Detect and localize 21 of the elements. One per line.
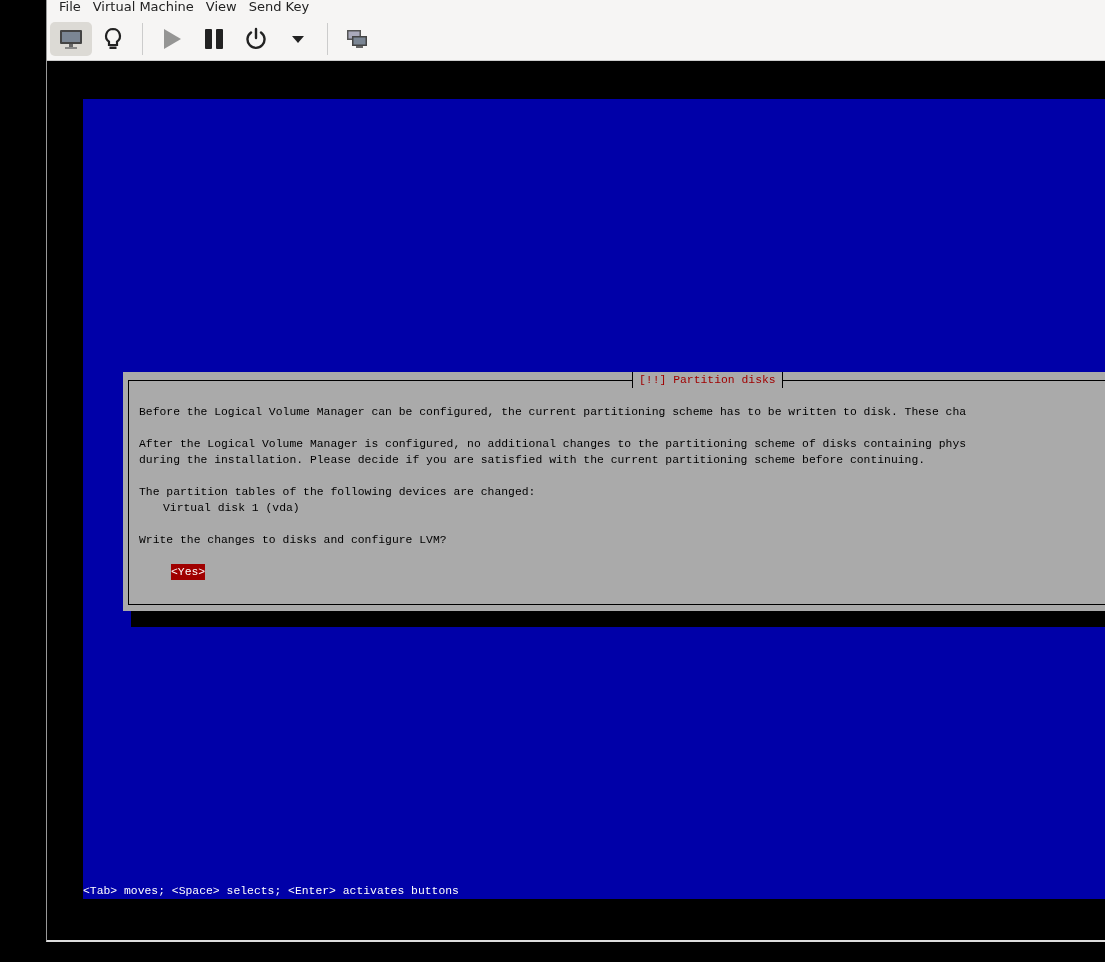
menu-item[interactable]: File	[53, 0, 87, 18]
text-line: After the Logical Volume Manager is configured, no additional changes to the partitioning scheme of disks containing phys	[139, 437, 968, 452]
help-line: <Tab> moves; <Space> selects; <Enter> activates buttons	[83, 884, 459, 899]
text-line: The partition tables of the following devices are changed:	[139, 485, 537, 500]
power-icon	[244, 27, 268, 51]
menu-item[interactable]: Virtual Machine	[86, 0, 200, 18]
text-line: during the installation. Please decide if you are satisfied with the current partitioning scheme before continuing.	[139, 453, 927, 468]
menu-item[interactable]: View	[199, 0, 243, 18]
menu-item[interactable]: Send Key	[242, 0, 316, 18]
screens-icon	[346, 28, 368, 50]
device-item: Virtual disk 1 (vda)	[162, 501, 301, 516]
text-line: Before the Logical Volume Manager can be configured, the current partitioning scheme has to be written to disk. These cha	[139, 405, 968, 420]
text-line: Write the changes to disks and configure LVM?	[139, 533, 448, 548]
caret-icon	[292, 35, 304, 43]
monitor-icon	[58, 28, 84, 50]
pause-icon	[204, 28, 224, 50]
toolbar-button[interactable]	[50, 22, 92, 56]
dialog-title: [!!] Partition disks	[632, 372, 783, 388]
dialog-button[interactable]: <Yes>	[171, 564, 206, 580]
lightbulb-icon	[103, 27, 123, 51]
play-icon	[162, 28, 182, 50]
